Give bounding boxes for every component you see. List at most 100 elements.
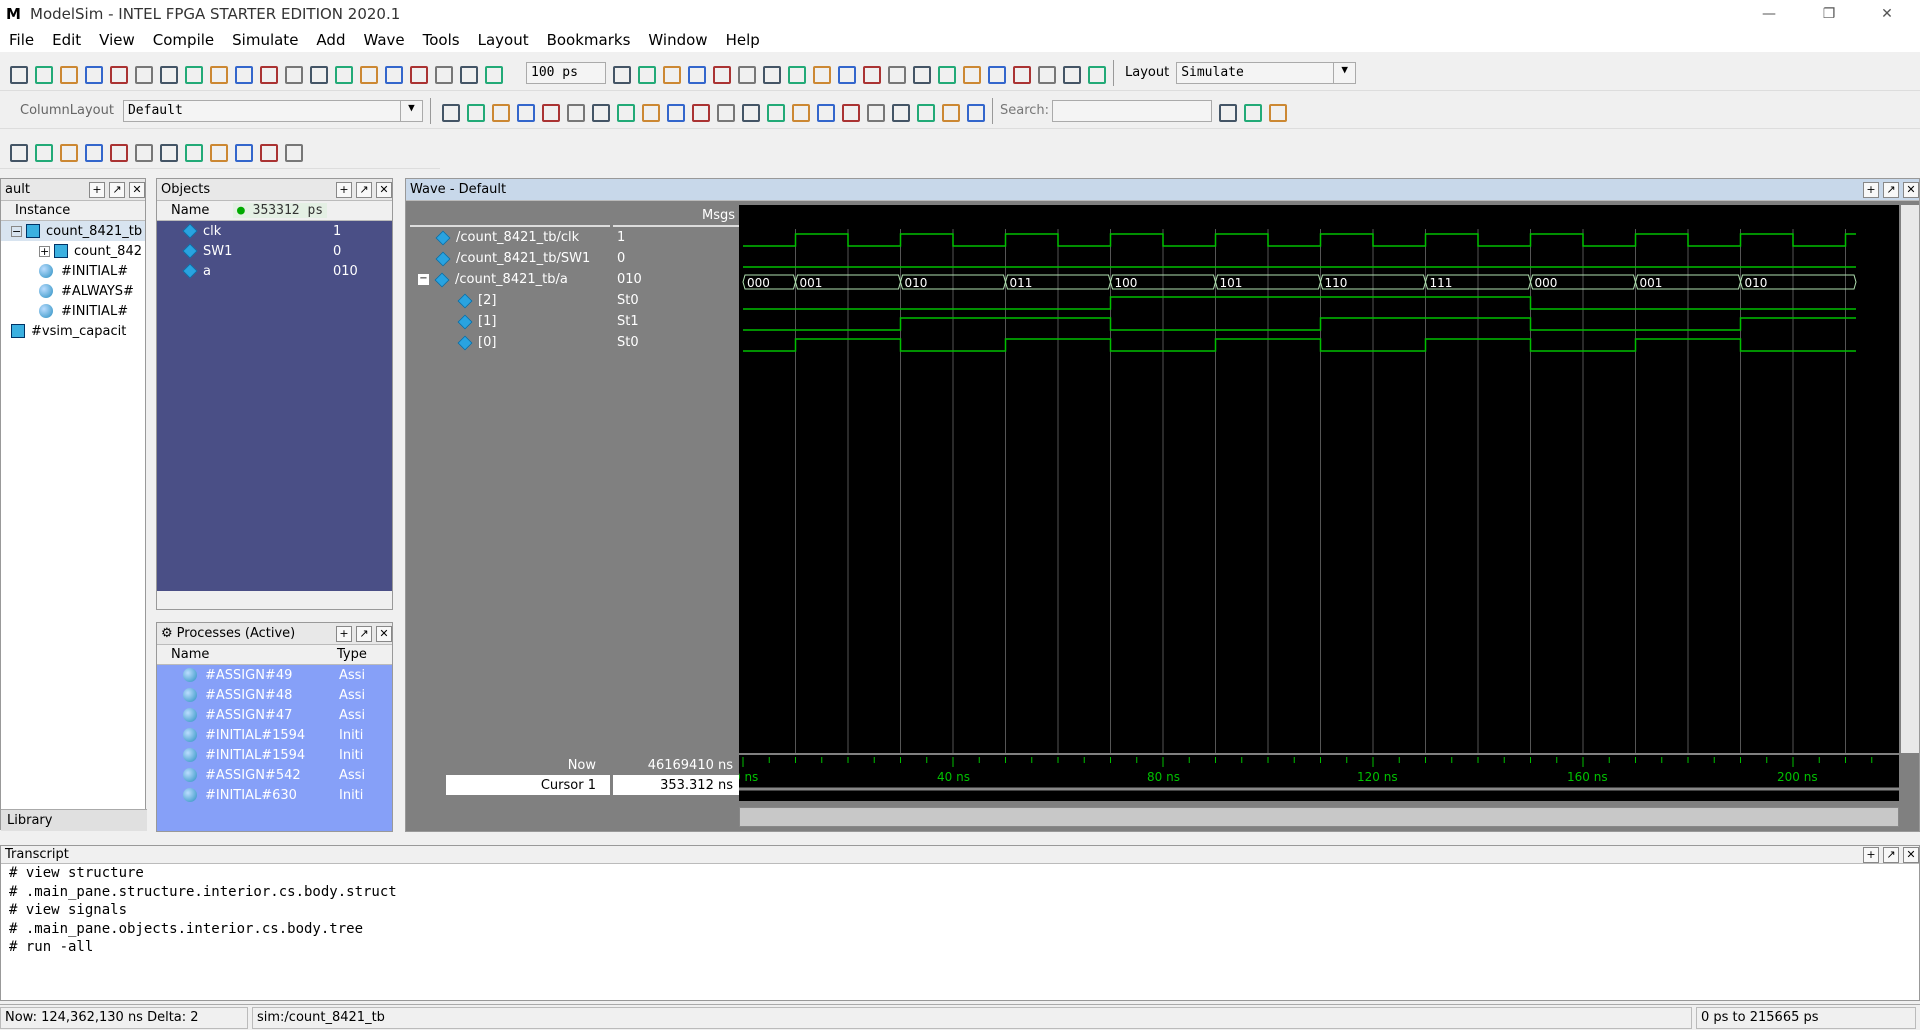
dock-button[interactable]: + <box>1863 181 1879 198</box>
wave-signal-row[interactable]: − /count_8421_tb/a <box>410 269 610 290</box>
sim-tool-17-icon[interactable] <box>1009 62 1031 84</box>
dock-button[interactable]: + <box>89 181 105 198</box>
name-column-label[interactable]: Name <box>157 203 233 218</box>
wave-tool-2-icon[interactable] <box>463 100 485 122</box>
wave-tool-12-icon[interactable] <box>713 100 735 122</box>
undock-button[interactable]: ↗ <box>1883 846 1899 863</box>
process-row[interactable]: #ASSIGN#47 Assi <box>157 705 392 725</box>
wave-tool-1-icon[interactable] <box>438 100 460 122</box>
sim-tool-3-icon[interactable] <box>659 62 681 84</box>
close-panel-button[interactable]: ✕ <box>376 181 392 198</box>
expand-icon[interactable]: + <box>39 245 50 257</box>
undock-button[interactable]: ↗ <box>1883 181 1899 198</box>
menu-tools[interactable]: Tools <box>414 31 469 49</box>
menu-add[interactable]: Add <box>307 31 354 49</box>
wave-tool-17-icon[interactable] <box>838 100 860 122</box>
object-row[interactable]: clk 1 <box>157 221 392 241</box>
wave-tool-14-icon[interactable] <box>763 100 785 122</box>
zoom-tool-1-icon[interactable] <box>6 140 28 162</box>
wave-tool-16-icon[interactable] <box>813 100 835 122</box>
main-tool-3-icon[interactable] <box>56 62 78 84</box>
instance-row[interactable]: + count_842 <box>1 241 145 261</box>
main-tool-6-icon[interactable] <box>131 62 153 84</box>
dock-button[interactable]: + <box>336 625 352 642</box>
transcript-console[interactable]: # view structure # .main_pane.structure.i… <box>1 864 1919 957</box>
main-tool-12-icon[interactable] <box>281 62 303 84</box>
zoom-tool-4-icon[interactable] <box>81 140 103 162</box>
undock-button[interactable]: ↗ <box>109 181 125 198</box>
collapse-icon[interactable]: − <box>11 225 22 237</box>
sim-tool-20-icon[interactable] <box>1084 62 1106 84</box>
process-row[interactable]: #ASSIGN#49 Assi <box>157 665 392 685</box>
wave-tool-6-icon[interactable] <box>563 100 585 122</box>
sim-tool-12-icon[interactable] <box>884 62 906 84</box>
wave-tool-20-icon[interactable] <box>913 100 935 122</box>
sim-tool-7-icon[interactable] <box>759 62 781 84</box>
instance-column-header[interactable]: Instance <box>1 201 145 221</box>
process-row[interactable]: #INITIAL#1594 Initi <box>157 725 392 745</box>
name-column-label[interactable]: Name <box>157 647 337 662</box>
menu-edit[interactable]: Edit <box>43 31 90 49</box>
zoom-tool-9-icon[interactable] <box>206 140 228 162</box>
wave-signal-row[interactable]: /count_8421_tb/clk <box>410 227 610 248</box>
main-tool-7-icon[interactable] <box>156 62 178 84</box>
zoom-tool-12-icon[interactable] <box>281 140 303 162</box>
find-tool-1-icon[interactable] <box>1215 100 1238 122</box>
main-tool-20-icon[interactable] <box>481 62 503 84</box>
sim-tool-10-icon[interactable] <box>834 62 856 84</box>
sim-tool-2-icon[interactable] <box>634 62 656 84</box>
sim-tool-19-icon[interactable] <box>1059 62 1081 84</box>
object-row[interactable]: SW1 0 <box>157 241 392 261</box>
wave-signal-row[interactable]: [1] <box>410 311 610 332</box>
restore-button[interactable]: ❐ <box>1806 0 1852 28</box>
menu-layout[interactable]: Layout <box>469 31 538 49</box>
main-tool-4-icon[interactable] <box>81 62 103 84</box>
sim-tool-6-icon[interactable] <box>734 62 756 84</box>
column-layout-select[interactable]: Default ▼ <box>122 99 423 122</box>
wave-tool-15-icon[interactable] <box>788 100 810 122</box>
close-panel-button[interactable]: ✕ <box>1903 846 1919 863</box>
sim-tool-1-icon[interactable] <box>609 62 631 84</box>
instance-row[interactable]: #ALWAYS# <box>1 281 145 301</box>
sim-tool-18-icon[interactable] <box>1034 62 1056 84</box>
main-tool-8-icon[interactable] <box>181 62 203 84</box>
sim-tool-5-icon[interactable] <box>709 62 731 84</box>
run-length-input[interactable]: 100 ps <box>526 61 606 84</box>
sim-tool-14-icon[interactable] <box>934 62 956 84</box>
zoom-tool-7-icon[interactable] <box>156 140 178 162</box>
objects-hscrollbar[interactable] <box>157 591 392 609</box>
main-tool-19-icon[interactable] <box>456 62 478 84</box>
wave-tool-22-icon[interactable] <box>963 100 985 122</box>
zoom-tool-5-icon[interactable] <box>106 140 128 162</box>
wave-tool-13-icon[interactable] <box>738 100 760 122</box>
sim-tool-11-icon[interactable] <box>859 62 881 84</box>
sim-tool-15-icon[interactable] <box>959 62 981 84</box>
chevron-down-icon[interactable]: ▼ <box>1333 62 1355 83</box>
sim-tool-9-icon[interactable] <box>809 62 831 84</box>
wave-tool-3-icon[interactable] <box>488 100 510 122</box>
collapse-icon[interactable]: − <box>418 274 429 285</box>
main-tool-10-icon[interactable] <box>231 62 253 84</box>
main-tool-16-icon[interactable] <box>381 62 403 84</box>
zoom-tool-10-icon[interactable] <box>231 140 253 162</box>
zoom-tool-3-icon[interactable] <box>56 140 78 162</box>
clk-waveform[interactable] <box>743 233 1856 247</box>
dock-button[interactable]: + <box>336 181 352 198</box>
instance-row[interactable]: − count_8421_tb <box>1 221 145 241</box>
process-row[interactable]: #ASSIGN#542 Assi <box>157 765 392 785</box>
main-tool-15-icon[interactable] <box>356 62 378 84</box>
chevron-down-icon[interactable]: ▼ <box>399 100 422 121</box>
main-tool-5-icon[interactable] <box>106 62 128 84</box>
wave-tool-8-icon[interactable] <box>613 100 635 122</box>
menu-window[interactable]: Window <box>639 31 716 49</box>
close-button[interactable]: ✕ <box>1864 0 1910 28</box>
tab-library[interactable]: Library <box>1 809 147 831</box>
instance-row[interactable]: #INITIAL# <box>1 301 145 321</box>
wave-tool-10-icon[interactable] <box>663 100 685 122</box>
wave-signal-row[interactable]: [2] <box>410 290 610 311</box>
wave-tool-9-icon[interactable] <box>638 100 660 122</box>
main-tool-17-icon[interactable] <box>406 62 428 84</box>
zoom-tool-6-icon[interactable] <box>131 140 153 162</box>
zoom-tool-11-icon[interactable] <box>256 140 278 162</box>
waveform-canvas[interactable]: 000 001 010 011 100 101 110 111 000 001 010 <box>739 205 1899 753</box>
